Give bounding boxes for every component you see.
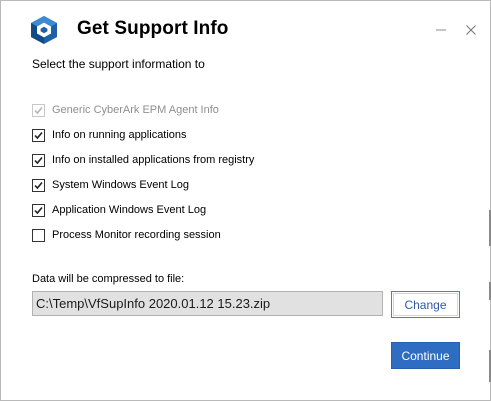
output-file-path-field: C:\Temp\VfSupInfo 2020.01.12 15.23.zip — [32, 291, 383, 316]
checkbox-installed-applications[interactable] — [32, 154, 45, 167]
check-icon — [34, 181, 43, 190]
option-label[interactable]: System Windows Event Log — [52, 179, 189, 192]
minimize-button[interactable] — [430, 19, 452, 41]
option-process-monitor[interactable]: Process Monitor recording session — [32, 223, 254, 248]
checkbox-application-event-log[interactable] — [32, 204, 45, 217]
window-title: Get Support Info — [77, 18, 229, 39]
close-button[interactable] — [460, 19, 482, 41]
option-application-event-log[interactable]: Application Windows Event Log — [32, 198, 254, 223]
checkbox-system-event-log[interactable] — [32, 179, 45, 192]
check-icon — [34, 156, 43, 165]
checkbox-generic-agent-info — [32, 104, 45, 117]
check-icon — [34, 106, 43, 115]
output-file-label: Data will be compressed to file: — [32, 273, 185, 285]
support-options-list: Generic CyberArk EPM Agent Info Info on … — [32, 98, 254, 248]
check-icon — [34, 206, 43, 215]
option-label[interactable]: Info on installed applications from regi… — [52, 154, 254, 167]
option-generic-agent-info: Generic CyberArk EPM Agent Info — [32, 98, 254, 123]
close-icon — [466, 25, 476, 35]
option-label: Generic CyberArk EPM Agent Info — [52, 104, 219, 116]
option-installed-applications[interactable]: Info on installed applications from regi… — [32, 148, 254, 173]
instruction-text: Select the support information to — [32, 57, 205, 71]
cyberark-logo — [31, 16, 57, 44]
checkbox-process-monitor[interactable] — [32, 229, 45, 242]
support-info-dialog: Get Support Info Select the support info… — [0, 0, 491, 401]
continue-button[interactable]: Continue — [391, 342, 460, 369]
option-label[interactable]: Info on running applications — [52, 129, 187, 142]
option-running-applications[interactable]: Info on running applications — [32, 123, 254, 148]
option-system-event-log[interactable]: System Windows Event Log — [32, 173, 254, 198]
check-icon — [34, 131, 43, 140]
option-label[interactable]: Process Monitor recording session — [52, 229, 221, 242]
change-button[interactable]: Change — [391, 291, 460, 318]
title-bar[interactable]: Get Support Info — [1, 1, 490, 55]
minimize-icon — [436, 29, 446, 31]
option-label[interactable]: Application Windows Event Log — [52, 204, 206, 217]
checkbox-running-applications[interactable] — [32, 129, 45, 142]
